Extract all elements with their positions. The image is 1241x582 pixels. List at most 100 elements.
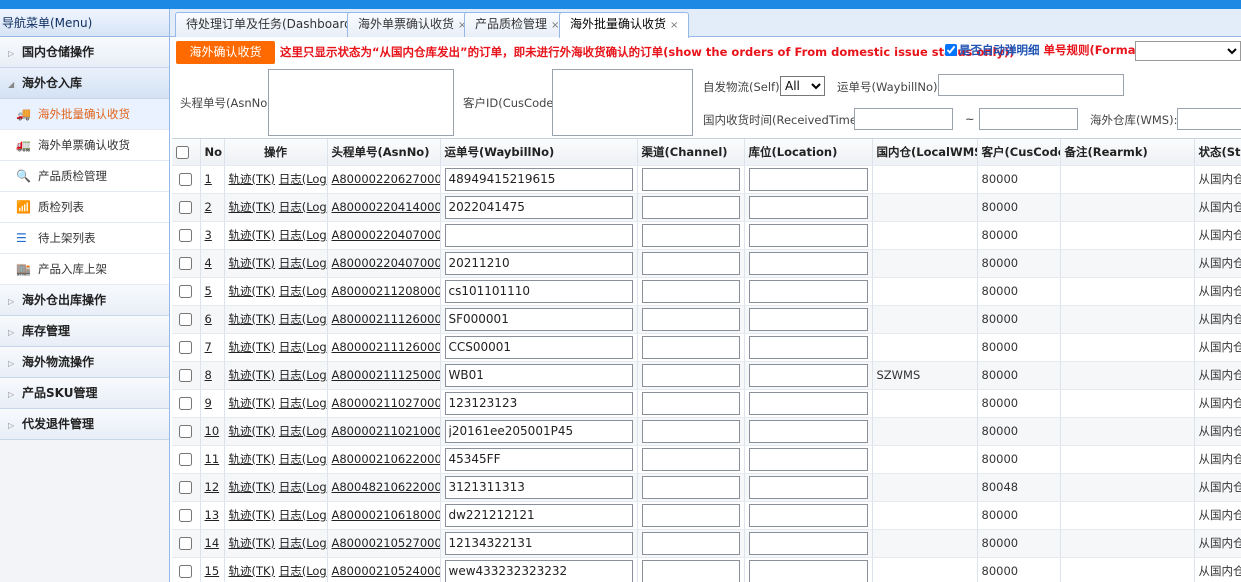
- table-row[interactable]: 3 轨迹(TK) 日志(Log) A800002204070002 80000 从国内仓…: [172, 221, 1241, 250]
- row-no-link[interactable]: 11: [205, 452, 220, 466]
- asn-link[interactable]: A800002111250002: [332, 368, 440, 382]
- table-row[interactable]: 10 轨迹(TK) 日志(Log) A800002110210001 80000 从国内…: [172, 417, 1241, 446]
- channel-cell-input[interactable]: [641, 503, 740, 527]
- waybill-cell-input[interactable]: [444, 559, 633, 582]
- table-row[interactable]: 12 轨迹(TK) 日志(Log) A800482106220003 80048 从国内…: [172, 473, 1241, 502]
- channel-cell-input[interactable]: [641, 335, 740, 359]
- table-row[interactable]: 14 轨迹(TK) 日志(Log) A800002105270001 80000 从国内…: [172, 529, 1241, 558]
- sidebar-item-qc-list[interactable]: 📶 质检列表: [0, 192, 169, 223]
- row-checkbox[interactable]: [179, 285, 193, 298]
- log-link[interactable]: 日志(Log): [279, 256, 326, 270]
- log-link[interactable]: 日志(Log): [279, 312, 326, 326]
- sidebar-item-single-receive[interactable]: 🚛 海外单票确认收货: [0, 130, 169, 161]
- waybill-cell-input[interactable]: [444, 447, 633, 471]
- row-no-link[interactable]: 7: [205, 340, 212, 354]
- asn-link[interactable]: A800002106180001: [332, 508, 440, 522]
- row-no-link[interactable]: 3: [205, 228, 212, 242]
- channel-cell-input[interactable]: [641, 419, 740, 443]
- log-link[interactable]: 日志(Log): [279, 424, 326, 438]
- row-no-link[interactable]: 4: [205, 256, 212, 270]
- log-link[interactable]: 日志(Log): [279, 536, 326, 550]
- col-no[interactable]: No: [200, 139, 225, 166]
- table-row[interactable]: 5 轨迹(TK) 日志(Log) A800002112080002 80000 从国内仓…: [172, 277, 1241, 306]
- asn-link[interactable]: A800002111260003: [332, 312, 440, 326]
- channel-cell-input[interactable]: [641, 531, 740, 555]
- close-icon[interactable]: ×: [670, 20, 678, 31]
- location-cell-input[interactable]: [748, 447, 868, 471]
- log-link[interactable]: 日志(Log): [279, 564, 326, 578]
- waybill-cell-input[interactable]: [444, 503, 633, 527]
- location-cell-input[interactable]: [748, 195, 868, 219]
- waybill-input[interactable]: [938, 74, 1124, 96]
- row-checkbox[interactable]: [179, 397, 193, 410]
- asn-link[interactable]: A800482106220003: [332, 480, 440, 494]
- tab-batch-receive[interactable]: 海外批量确认收货 ×: [559, 12, 690, 38]
- location-cell-input[interactable]: [748, 419, 868, 443]
- location-cell-input[interactable]: [748, 531, 868, 555]
- log-link[interactable]: 日志(Log): [279, 228, 326, 242]
- location-cell-input[interactable]: [748, 503, 868, 527]
- col-asn[interactable]: 头程单号(AsnNo): [327, 139, 441, 166]
- waybill-cell-input[interactable]: [444, 419, 633, 443]
- channel-cell-input[interactable]: [641, 195, 740, 219]
- asn-link[interactable]: A800002112080002: [332, 284, 440, 298]
- log-link[interactable]: 日志(Log): [279, 368, 326, 382]
- col-remark[interactable]: 备注(Rearmk): [1060, 139, 1195, 166]
- asn-link[interactable]: A800002105270001: [332, 536, 440, 550]
- sidebar-group-sku[interactable]: ▷ 产品SKU管理: [0, 378, 169, 409]
- waybill-cell-input[interactable]: [444, 167, 633, 191]
- asn-link[interactable]: A800002106220001: [332, 452, 440, 466]
- channel-cell-input[interactable]: [641, 363, 740, 387]
- row-checkbox[interactable]: [179, 313, 193, 326]
- table-row[interactable]: 11 轨迹(TK) 日志(Log) A800002106220001 80000 从国内…: [172, 445, 1241, 474]
- waybill-cell-input[interactable]: [444, 531, 633, 555]
- asn-link[interactable]: A800002204070001: [332, 256, 440, 270]
- sidebar-group-logistics[interactable]: ▷ 海外物流操作: [0, 347, 169, 378]
- asn-link[interactable]: A800002111260002: [332, 340, 440, 354]
- track-link[interactable]: 轨迹(TK): [229, 368, 276, 382]
- track-link[interactable]: 轨迹(TK): [229, 564, 276, 578]
- sidebar-group-overseas-outbound[interactable]: ▷ 海外仓出库操作: [0, 285, 169, 316]
- overseas-confirm-receive-button[interactable]: 海外确认收货: [176, 41, 275, 64]
- location-cell-input[interactable]: [748, 279, 868, 303]
- row-no-link[interactable]: 9: [205, 396, 212, 410]
- location-cell-input[interactable]: [748, 307, 868, 331]
- sidebar-item-batch-receive[interactable]: 🚚 海外批量确认收货: [0, 99, 169, 130]
- channel-cell-input[interactable]: [641, 559, 740, 582]
- location-cell-input[interactable]: [748, 391, 868, 415]
- row-no-link[interactable]: 14: [205, 536, 220, 550]
- channel-cell-input[interactable]: [641, 307, 740, 331]
- track-link[interactable]: 轨迹(TK): [229, 508, 276, 522]
- tab-single-receive[interactable]: 海外单票确认收货 ×: [347, 12, 478, 37]
- waybill-cell-input[interactable]: [444, 475, 633, 499]
- sidebar-group-overseas-inbound[interactable]: ◢ 海外仓入库: [0, 68, 169, 99]
- row-checkbox[interactable]: [179, 509, 193, 522]
- sidebar-group-domestic-storage[interactable]: ▷ 国内仓储操作: [0, 37, 169, 68]
- format-select[interactable]: [1135, 41, 1241, 61]
- row-checkbox[interactable]: [179, 341, 193, 354]
- location-cell-input[interactable]: [748, 167, 868, 191]
- row-checkbox[interactable]: [179, 565, 193, 578]
- track-link[interactable]: 轨迹(TK): [229, 340, 276, 354]
- row-no-link[interactable]: 2: [205, 200, 212, 214]
- asn-link[interactable]: A800002204140005: [332, 200, 440, 214]
- asn-textarea[interactable]: [268, 69, 454, 136]
- table-row[interactable]: 8 轨迹(TK) 日志(Log) A800002111250002 SZWMS8000…: [172, 361, 1241, 390]
- waybill-cell-input[interactable]: [444, 391, 633, 415]
- channel-cell-input[interactable]: [641, 447, 740, 471]
- asn-link[interactable]: A800002105240001: [332, 564, 440, 578]
- track-link[interactable]: 轨迹(TK): [229, 396, 276, 410]
- col-waybill[interactable]: 运单号(WaybillNo): [440, 139, 638, 166]
- log-link[interactable]: 日志(Log): [279, 340, 326, 354]
- table-row[interactable]: 4 轨迹(TK) 日志(Log) A800002204070001 80000 从国内仓…: [172, 249, 1241, 278]
- log-link[interactable]: 日志(Log): [279, 480, 326, 494]
- asn-link[interactable]: A800002206270001: [332, 172, 440, 186]
- sidebar-group-inventory[interactable]: ▷ 库存管理: [0, 316, 169, 347]
- col-operation[interactable]: 操作: [224, 139, 328, 166]
- location-cell-input[interactable]: [748, 223, 868, 247]
- received-time-end-input[interactable]: [979, 108, 1078, 130]
- location-cell-input[interactable]: [748, 559, 868, 582]
- track-link[interactable]: 轨迹(TK): [229, 480, 276, 494]
- tab-quality-check[interactable]: 产品质检管理 ×: [464, 12, 571, 37]
- self-logistics-select[interactable]: All: [780, 76, 825, 96]
